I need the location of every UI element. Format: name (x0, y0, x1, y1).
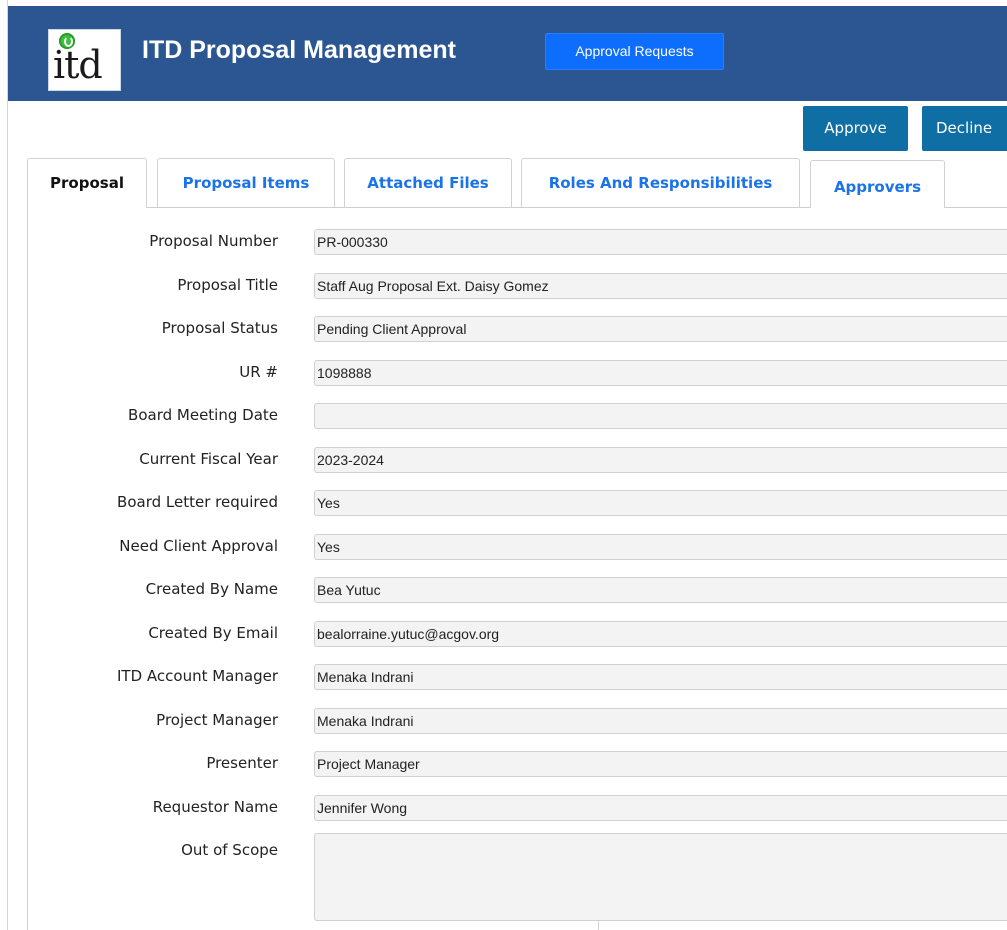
itd-account-manager-label: ITD Account Manager (117, 667, 278, 685)
form-row-itd-account-manager: ITD Account Manager Menaka Indrani (0, 662, 1007, 692)
itd-logo-icon[interactable]: itd (48, 29, 121, 91)
created-by-name-label: Created By Name (145, 580, 278, 598)
decline-button[interactable]: Decline (922, 106, 1007, 151)
form-row-created-by-email: Created By Email bealorraine.yutuc@acgov… (0, 619, 1007, 649)
created-by-email-label: Created By Email (148, 624, 278, 642)
proposal-status-field[interactable]: Pending Client Approval (314, 316, 1007, 342)
current-fiscal-year-label: Current Fiscal Year (139, 450, 278, 468)
need-client-approval-field[interactable]: Yes (314, 534, 1007, 560)
presenter-field[interactable]: Project Manager (314, 751, 1007, 777)
tab-proposal[interactable]: Proposal (27, 158, 147, 208)
project-manager-field[interactable]: Menaka Indrani (314, 708, 1007, 734)
form-row-proposal-title: Proposal Title Staff Aug Proposal Ext. D… (0, 271, 1007, 301)
logo-text: itd (53, 43, 103, 87)
form-row-created-by-name: Created By Name Bea Yutuc (0, 575, 1007, 605)
ur-number-label: UR # (239, 363, 278, 381)
ur-number-field[interactable]: 1098888 (314, 360, 1007, 386)
tab-roles-and-responsibilities[interactable]: Roles And Responsibilities (521, 158, 800, 207)
form-row-need-client-approval: Need Client Approval Yes (0, 532, 1007, 562)
tab-proposal-items[interactable]: Proposal Items (157, 158, 335, 207)
proposal-number-field[interactable]: PR-000330 (314, 229, 1007, 255)
form-row-ur-number: UR # 1098888 (0, 358, 1007, 388)
form-row-current-fiscal-year: Current Fiscal Year 2023-2024 (0, 445, 1007, 475)
app-header: itd ITD Proposal Management Approval Req… (8, 6, 1007, 101)
requestor-name-label: Requestor Name (152, 798, 278, 816)
presenter-label: Presenter (206, 754, 278, 772)
proposal-title-label: Proposal Title (177, 276, 278, 294)
app-title: ITD Proposal Management (142, 36, 456, 64)
out-of-scope-textarea[interactable] (314, 833, 1007, 921)
board-meeting-date-label: Board Meeting Date (128, 406, 278, 424)
approval-requests-button[interactable]: Approval Requests (545, 33, 724, 70)
form-row-requestor-name: Requestor Name Jennifer Wong (0, 793, 1007, 823)
created-by-email-field[interactable]: bealorraine.yutuc@acgov.org (314, 621, 1007, 647)
board-letter-required-field[interactable]: Yes (314, 490, 1007, 516)
proposal-status-label: Proposal Status (161, 319, 278, 337)
created-by-name-field[interactable]: Bea Yutuc (314, 577, 1007, 603)
tab-attached-files[interactable]: Attached Files (344, 158, 512, 207)
tab-approvers[interactable]: Approvers (810, 160, 945, 208)
form-row-board-letter-required: Board Letter required Yes (0, 488, 1007, 518)
board-meeting-date-field[interactable] (314, 403, 1007, 429)
form-row-board-meeting-date: Board Meeting Date (0, 401, 1007, 431)
project-manager-label: Project Manager (156, 711, 278, 729)
proposal-title-field[interactable]: Staff Aug Proposal Ext. Daisy Gomez (314, 273, 1007, 299)
form-row-proposal-status: Proposal Status Pending Client Approval (0, 314, 1007, 344)
current-fiscal-year-field[interactable]: 2023-2024 (314, 447, 1007, 473)
requestor-name-field[interactable]: Jennifer Wong (314, 795, 1007, 821)
form-row-project-manager: Project Manager Menaka Indrani (0, 706, 1007, 736)
form-row-proposal-number: Proposal Number PR-000330 (0, 227, 1007, 257)
need-client-approval-label: Need Client Approval (119, 537, 278, 555)
form-row-presenter: Presenter Project Manager (0, 749, 1007, 779)
itd-account-manager-field[interactable]: Menaka Indrani (314, 664, 1007, 690)
proposal-number-label: Proposal Number (149, 232, 278, 250)
board-letter-required-label: Board Letter required (117, 493, 278, 511)
out-of-scope-label: Out of Scope (181, 841, 278, 859)
approve-button[interactable]: Approve (803, 106, 908, 151)
